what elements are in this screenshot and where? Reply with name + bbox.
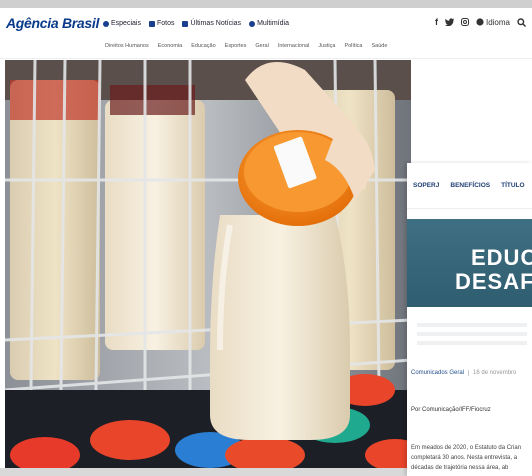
section-link[interactable]: Saúde <box>372 43 388 49</box>
article-category: Comunicados Geral 16 de novembro <box>411 370 517 376</box>
twitter-icon[interactable] <box>444 18 454 26</box>
overlay-article-panel: SOPERJ BENEFÍCIOS TÍTULO EDUC DESAF Comu… <box>407 163 532 476</box>
body-line: décadas de trajetória nessa área, ab <box>411 465 509 471</box>
search-icon[interactable] <box>517 17 526 27</box>
list-icon <box>182 20 189 27</box>
overlay-nav: SOPERJ BENEFÍCIOS TÍTULO <box>407 163 532 209</box>
body-line: completará 30 anos. Nesta entrevista, a <box>411 455 518 461</box>
section-link[interactable]: Geral <box>255 43 268 49</box>
section-nav: Direitos Humanos Economia Educação Espor… <box>0 40 532 59</box>
globe-icon <box>476 18 484 26</box>
article-photo <box>5 60 411 468</box>
nav-item-especiais[interactable]: Especiais <box>103 20 141 27</box>
nav-label: Últimas Notícias <box>190 20 242 27</box>
facebook-icon[interactable]: f <box>435 17 438 27</box>
play-icon <box>249 20 256 27</box>
overlay-nav-item[interactable]: BENEFÍCIOS <box>450 182 490 189</box>
camera-icon <box>148 20 155 27</box>
nav-label: Especiais <box>111 20 141 27</box>
page: Agência Brasil Especiais Fotos Últimas N… <box>0 8 532 476</box>
site-header: Agência Brasil Especiais Fotos Últimas N… <box>0 8 532 40</box>
section-link[interactable]: Justiça <box>318 43 335 49</box>
category-link[interactable]: Comunicados Geral <box>411 370 464 376</box>
section-link[interactable]: Educação <box>191 43 215 49</box>
nav-label: Multimídia <box>257 20 289 27</box>
milk-bottles-photo <box>5 60 411 468</box>
section-link[interactable]: Internacional <box>278 43 310 49</box>
faded-text-block <box>417 323 527 350</box>
nav-item-fotos[interactable]: Fotos <box>148 20 175 27</box>
overlay-banner: EDUC DESAF <box>407 219 532 307</box>
overlay-nav-item[interactable]: SOPERJ <box>413 182 439 189</box>
section-link[interactable]: Política <box>344 43 362 49</box>
article-date: 16 de novembro <box>468 370 517 376</box>
section-link[interactable]: Esportes <box>225 43 247 49</box>
instagram-icon[interactable] <box>460 18 469 26</box>
section-link[interactable]: Direitos Humanos <box>105 43 149 49</box>
main-nav: Especiais Fotos Últimas Notícias Multimí… <box>103 20 289 27</box>
nav-item-ultimas[interactable]: Últimas Notícias <box>182 20 241 27</box>
article-author: Por Comunicação/IFF/Fiocruz <box>411 407 491 413</box>
nav-label: Fotos <box>156 20 175 27</box>
article-body: Em meados de 2020, o Estatuto da Crian c… <box>411 443 532 473</box>
nav-item-multimidia[interactable]: Multimídia <box>249 20 289 27</box>
social-links: f Idioma <box>435 17 526 27</box>
language-label: Idioma <box>485 17 510 27</box>
banner-title-line1: EDUC <box>471 245 532 270</box>
banner-title-line2: DESAF <box>455 269 532 294</box>
language-selector[interactable]: Idioma <box>476 18 510 27</box>
section-link[interactable]: Economia <box>158 43 182 49</box>
body-line: Em meados de 2020, o Estatuto da Crian <box>411 445 522 451</box>
site-logo[interactable]: Agência Brasil <box>6 15 99 31</box>
star-icon <box>103 20 109 27</box>
overlay-nav-item[interactable]: TÍTULO <box>501 182 524 189</box>
